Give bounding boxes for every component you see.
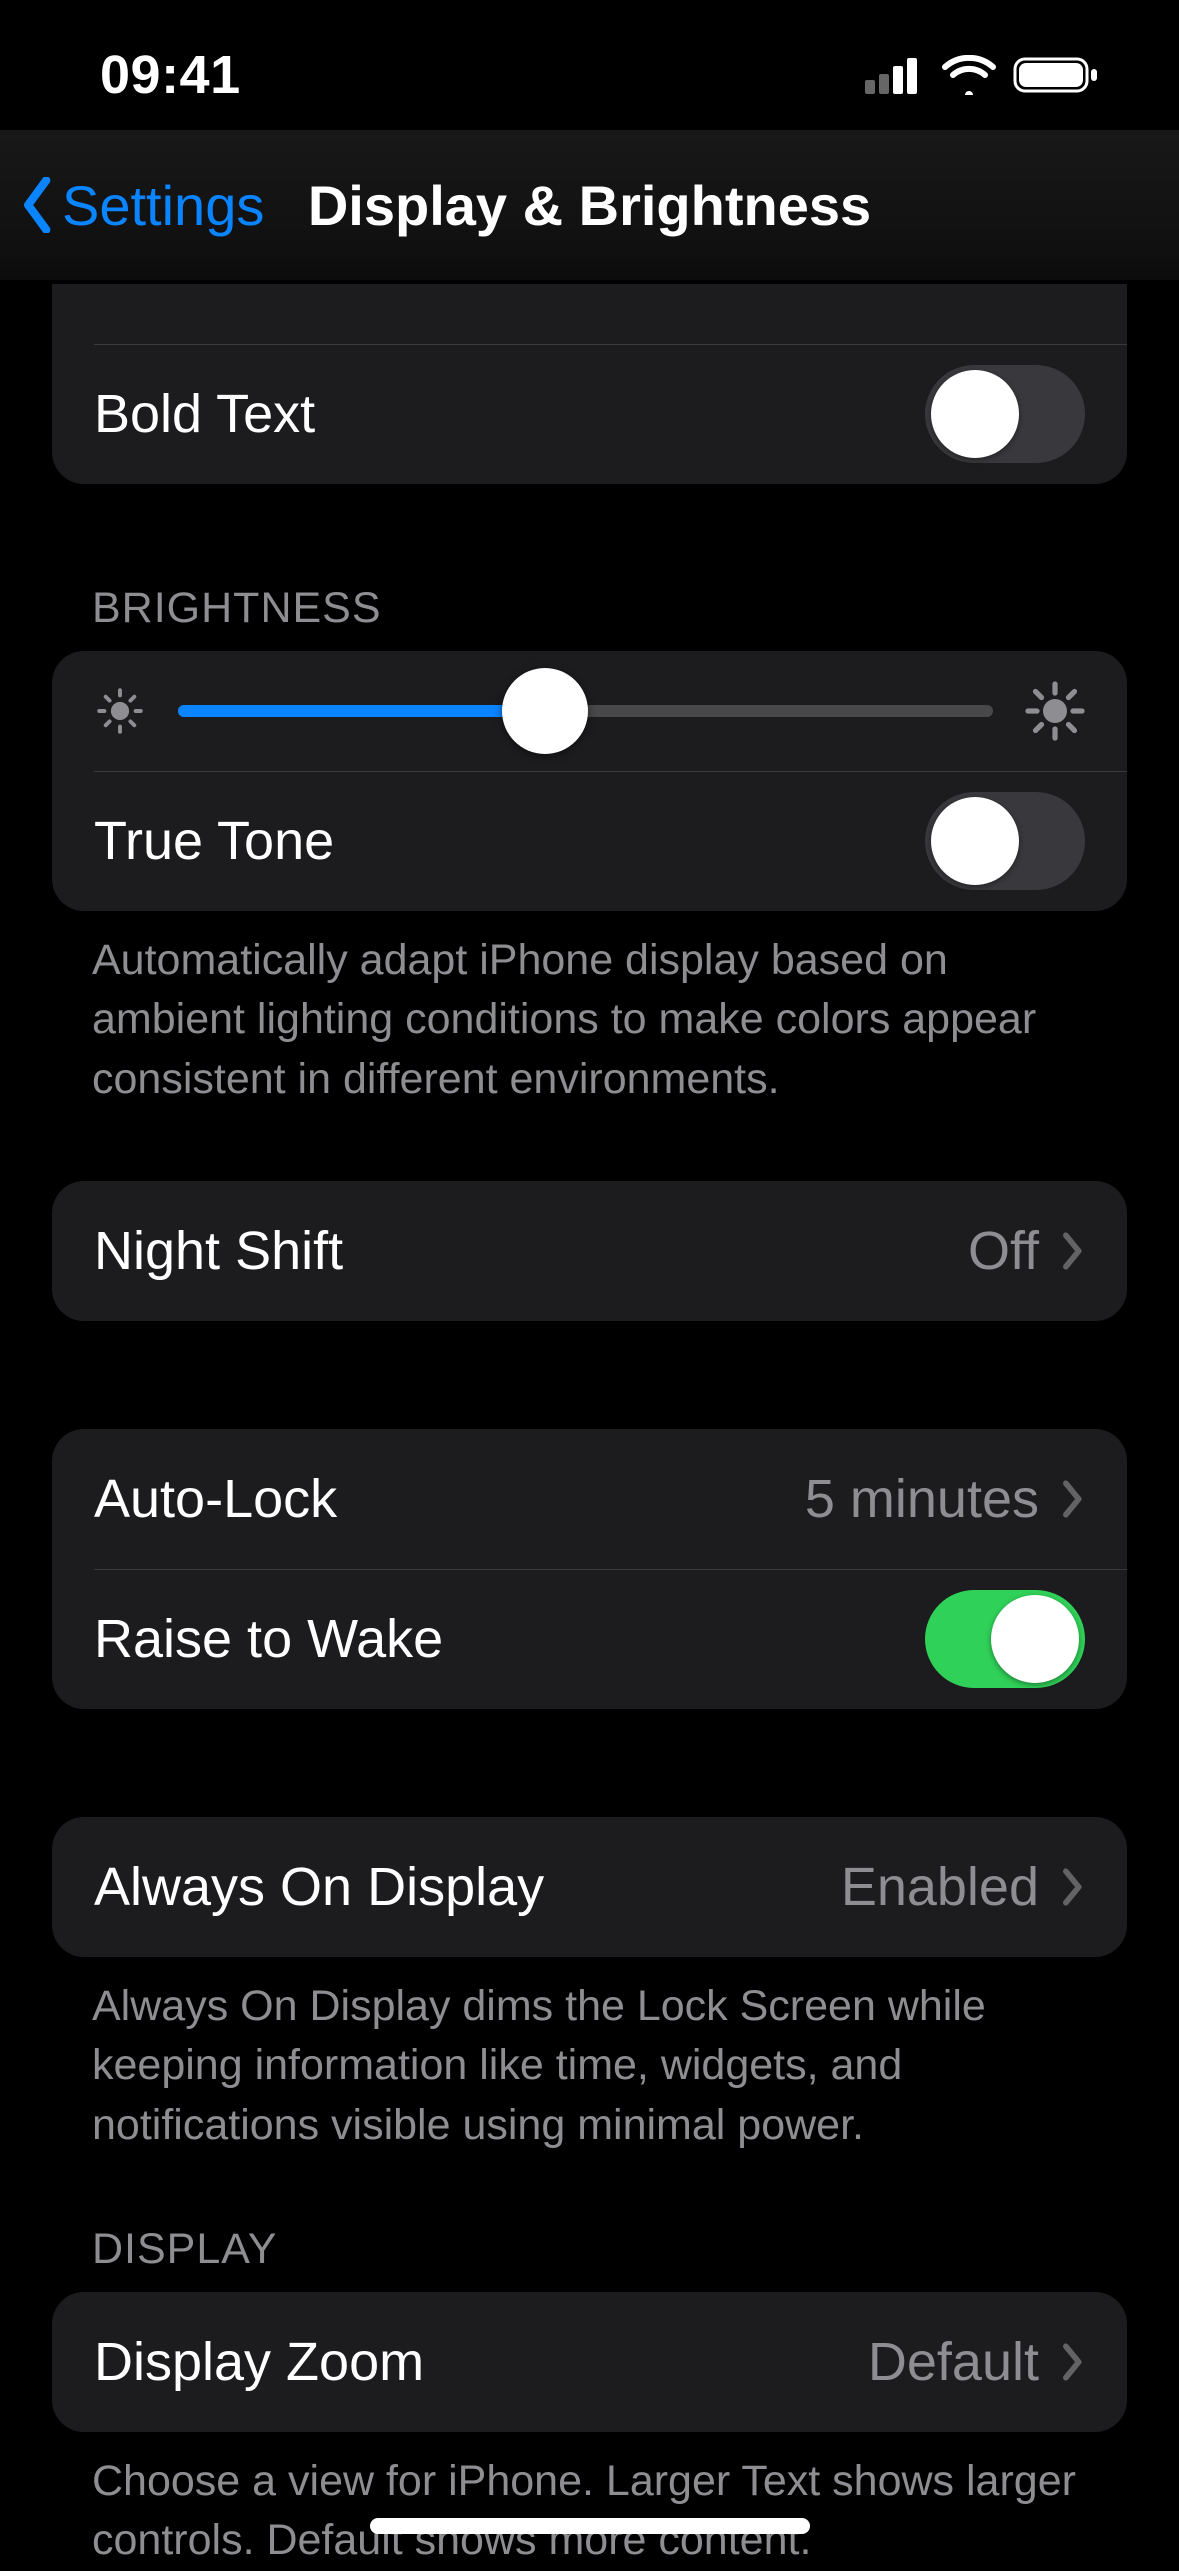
brightness-high-icon bbox=[1025, 681, 1085, 741]
auto-lock-label: Auto-Lock bbox=[94, 1468, 805, 1530]
auto-lock-row[interactable]: Auto-Lock 5 minutes bbox=[52, 1429, 1127, 1569]
chevron-left-icon bbox=[20, 177, 56, 233]
back-label: Settings bbox=[62, 173, 264, 238]
brightness-low-icon bbox=[94, 685, 146, 737]
brightness-header: Brightness bbox=[52, 484, 1127, 651]
nav-bar: Settings Display & Brightness bbox=[0, 130, 1179, 280]
night-shift-value: Off bbox=[968, 1220, 1039, 1282]
wifi-icon bbox=[941, 55, 997, 95]
night-shift-group: Night Shift Off bbox=[52, 1181, 1127, 1321]
display-zoom-row[interactable]: Display Zoom Default bbox=[52, 2292, 1127, 2432]
raise-to-wake-label: Raise to Wake bbox=[94, 1608, 925, 1670]
aod-group: Always On Display Enabled bbox=[52, 1817, 1127, 1957]
true-tone-toggle[interactable] bbox=[925, 792, 1085, 890]
true-tone-footer: Automatically adapt iPhone display based… bbox=[52, 911, 1127, 1109]
chevron-right-icon bbox=[1061, 1479, 1085, 1519]
bold-text-label: Bold Text bbox=[94, 383, 925, 445]
chevron-right-icon bbox=[1061, 1231, 1085, 1271]
brightness-slider[interactable] bbox=[178, 705, 993, 717]
battery-icon bbox=[1013, 55, 1099, 95]
status-time: 09:41 bbox=[100, 24, 241, 106]
true-tone-label: True Tone bbox=[94, 810, 925, 872]
home-indicator[interactable] bbox=[370, 2518, 810, 2534]
lock-group: Auto-Lock 5 minutes Raise to Wake bbox=[52, 1429, 1127, 1709]
brightness-slider-row bbox=[52, 651, 1127, 771]
display-zoom-value: Default bbox=[868, 2331, 1039, 2393]
text-group: Bold Text bbox=[52, 284, 1127, 484]
bold-text-toggle[interactable] bbox=[925, 365, 1085, 463]
brightness-slider-fill bbox=[178, 705, 545, 717]
true-tone-row[interactable]: True Tone bbox=[52, 771, 1127, 911]
display-zoom-group: Display Zoom Default bbox=[52, 2292, 1127, 2432]
brightness-group: True Tone bbox=[52, 651, 1127, 911]
chevron-right-icon bbox=[1061, 2342, 1085, 2382]
night-shift-row[interactable]: Night Shift Off bbox=[52, 1181, 1127, 1321]
cellular-icon bbox=[865, 56, 925, 94]
always-on-display-value: Enabled bbox=[841, 1856, 1039, 1918]
always-on-display-label: Always On Display bbox=[94, 1856, 841, 1918]
status-bar: 09:41 bbox=[0, 0, 1179, 130]
raise-to-wake-toggle[interactable] bbox=[925, 1590, 1085, 1688]
text-size-row-partial[interactable] bbox=[52, 284, 1127, 344]
aod-footer: Always On Display dims the Lock Screen w… bbox=[52, 1957, 1127, 2155]
display-header: Display bbox=[52, 2155, 1127, 2292]
display-zoom-label: Display Zoom bbox=[94, 2331, 868, 2393]
raise-to-wake-row[interactable]: Raise to Wake bbox=[52, 1569, 1127, 1709]
back-button[interactable]: Settings bbox=[20, 173, 264, 238]
bold-text-row[interactable]: Bold Text bbox=[52, 344, 1127, 484]
auto-lock-value: 5 minutes bbox=[805, 1468, 1039, 1530]
page-title: Display & Brightness bbox=[308, 173, 871, 238]
display-zoom-footer: Choose a view for iPhone. Larger Text sh… bbox=[52, 2432, 1127, 2571]
always-on-display-row[interactable]: Always On Display Enabled bbox=[52, 1817, 1127, 1957]
status-icons bbox=[865, 35, 1099, 95]
night-shift-label: Night Shift bbox=[94, 1220, 968, 1282]
chevron-right-icon bbox=[1061, 1867, 1085, 1907]
brightness-slider-thumb[interactable] bbox=[502, 668, 588, 754]
